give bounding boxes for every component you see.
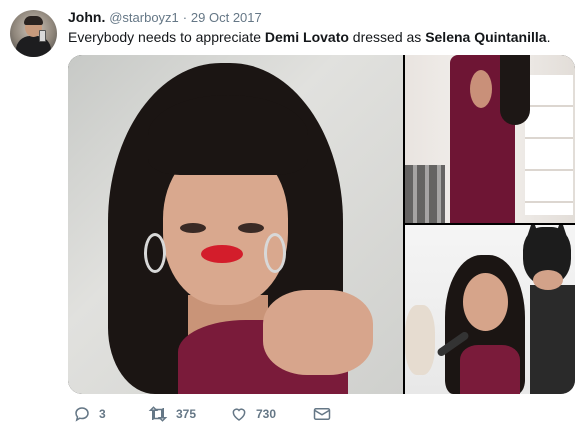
top-shape xyxy=(460,345,520,394)
retweet-button[interactable]: 375 xyxy=(148,404,196,424)
tweet-header: John. @starboyz1 · 29 Oct 2017 xyxy=(68,8,262,27)
earring-right-shape xyxy=(264,233,286,273)
reply-icon xyxy=(73,405,91,423)
avatar[interactable] xyxy=(10,10,57,57)
tweet-date[interactable]: 29 Oct 2017 xyxy=(191,10,262,25)
tweet-text-part: dressed as xyxy=(348,29,426,45)
earring-left-shape xyxy=(144,233,166,273)
eye-left-shape xyxy=(180,223,206,233)
like-count: 730 xyxy=(256,407,277,421)
reply-count: 3 xyxy=(99,407,106,421)
hand-shape xyxy=(263,290,373,375)
direct-message-button[interactable] xyxy=(313,404,331,424)
mention-demi-lovato: Demi Lovato xyxy=(264,29,349,45)
heart-icon xyxy=(230,405,248,423)
face-shape xyxy=(463,273,508,331)
tweet-text-part: Everybody needs to appreciate xyxy=(68,29,265,45)
tweet: John. @starboyz1 · 29 Oct 2017 Everybody… xyxy=(0,0,584,434)
skin-shape xyxy=(470,70,492,108)
bangs-shape xyxy=(148,95,308,175)
lips-shape xyxy=(201,245,243,263)
shelf-shape xyxy=(525,75,573,215)
author-handle[interactable]: @starboyz1 xyxy=(109,10,179,25)
like-button[interactable]: 730 xyxy=(230,404,276,424)
avatar-hair-shape xyxy=(24,16,43,25)
batman-body-shape xyxy=(530,285,575,394)
tweet-text: Everybody needs to appreciate Demi Lovat… xyxy=(68,28,550,46)
tweet-actions: 3 375 730 xyxy=(68,404,368,424)
blonde-person-shape xyxy=(405,305,435,375)
photo-bottom-right[interactable] xyxy=(405,225,575,394)
photo-main[interactable] xyxy=(68,55,403,394)
reply-button[interactable]: 3 xyxy=(73,404,106,424)
eye-right-shape xyxy=(238,223,264,233)
separator-dot: · xyxy=(182,10,188,25)
tweet-text-part: . xyxy=(546,29,551,45)
photo-top-right[interactable] xyxy=(405,55,575,223)
batman-chin-shape xyxy=(533,270,563,290)
retweet-icon xyxy=(148,405,168,423)
mention-selena-quintanilla: Selena Quintanilla xyxy=(425,29,547,45)
hair-shape xyxy=(500,55,530,125)
media-grid xyxy=(68,55,575,394)
envelope-icon xyxy=(313,406,331,422)
shoes-shape xyxy=(405,165,445,223)
avatar-phone-shape xyxy=(39,30,46,42)
author-name[interactable]: John. xyxy=(68,9,105,25)
retweet-count: 375 xyxy=(176,407,197,421)
